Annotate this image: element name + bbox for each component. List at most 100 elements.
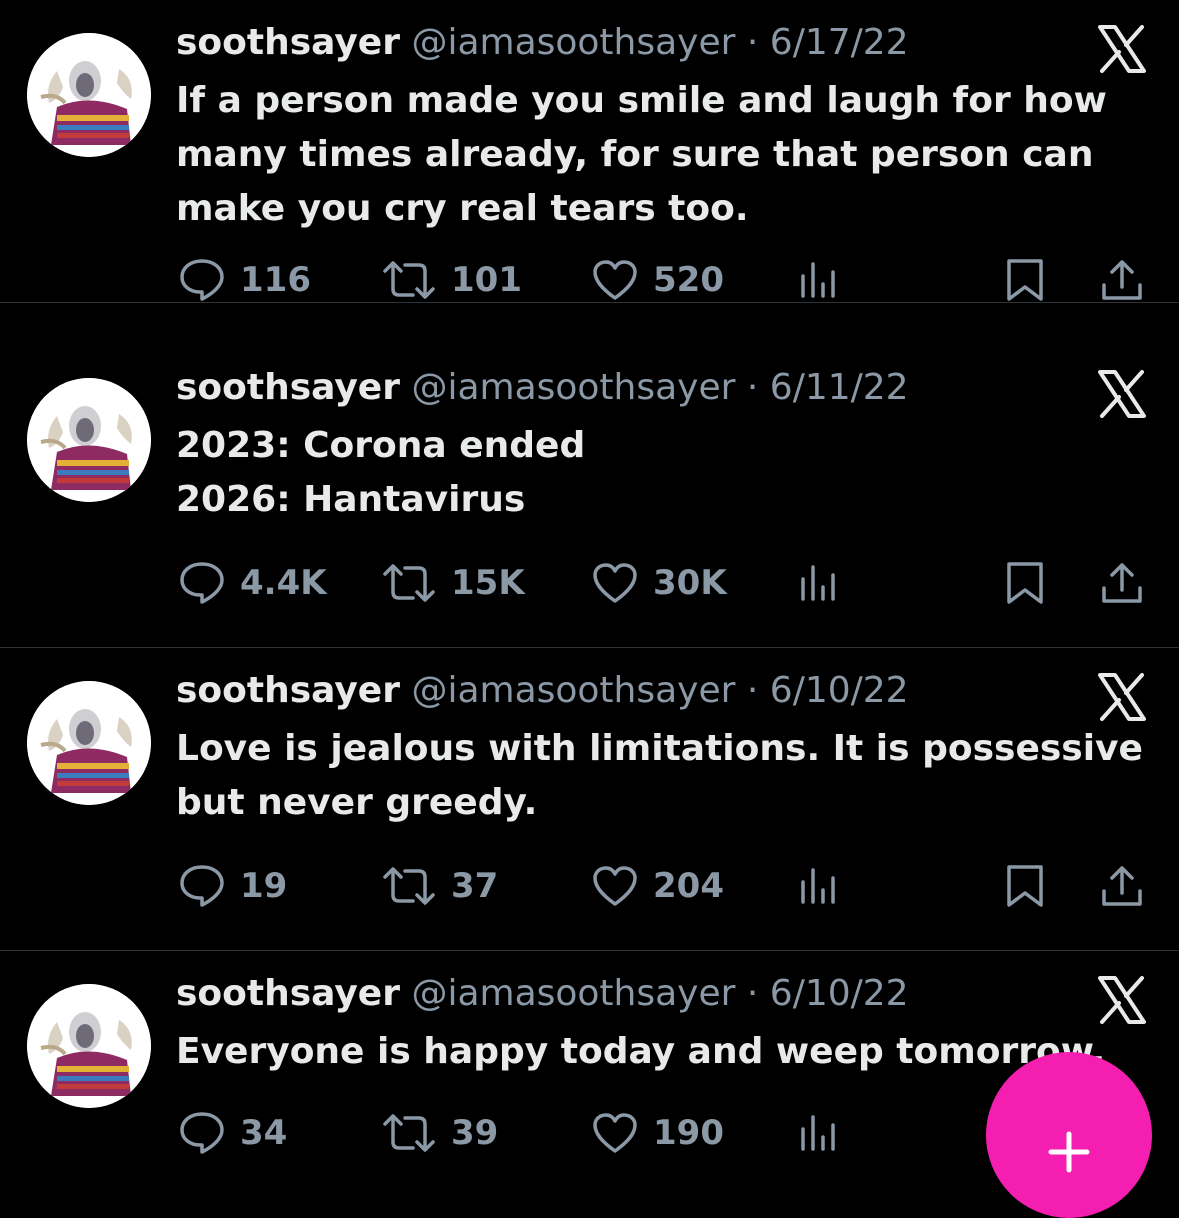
- tweet-text-line: but never greedy.: [176, 782, 538, 823]
- like-button[interactable]: 190: [591, 1103, 724, 1163]
- avatar[interactable]: [27, 681, 151, 805]
- reply-icon: [180, 1112, 224, 1154]
- retweet-icon: [383, 1114, 435, 1152]
- heart-icon: [593, 1113, 637, 1153]
- user-handle[interactable]: @iamasoothsayer: [411, 22, 735, 63]
- tweet-header: soothsayer @iamasoothsayer · 6/17/22: [176, 18, 909, 68]
- tweet-header: soothsayer @iamasoothsayer · 6/10/22: [176, 969, 909, 1019]
- x-logo-icon: [1096, 24, 1148, 74]
- retweet-count: 101: [451, 260, 522, 300]
- share-button[interactable]: [1099, 856, 1145, 916]
- like-count: 520: [653, 260, 724, 300]
- avatar[interactable]: [27, 378, 151, 502]
- tweet-date[interactable]: 6/11/22: [770, 367, 909, 408]
- bookmark-icon: [1007, 259, 1043, 301]
- bookmark-icon: [1007, 865, 1043, 907]
- tweet-text-line: make you cry real tears too.: [176, 188, 749, 229]
- reply-count: 19: [240, 866, 288, 906]
- display-name[interactable]: soothsayer: [176, 670, 400, 711]
- tweet-header: soothsayer @iamasoothsayer · 6/11/22: [176, 363, 909, 413]
- avatar-goat-image: [27, 33, 151, 157]
- tweet-text-line: If a person made you smile and laugh for…: [176, 80, 1107, 121]
- like-button[interactable]: 204: [591, 856, 724, 916]
- tweet-text-line: 2023: Corona ended: [176, 425, 586, 466]
- tweet-card[interactable]: soothsayer @iamasoothsayer · 6/17/22 If …: [0, 0, 1179, 303]
- tweet-actions: 19 37 204: [0, 856, 1179, 916]
- retweet-button[interactable]: 101: [381, 250, 522, 310]
- bookmark-button[interactable]: [1003, 856, 1047, 916]
- bookmark-button[interactable]: [1003, 250, 1047, 310]
- avatar-goat-image: [27, 984, 151, 1108]
- display-name[interactable]: soothsayer: [176, 22, 400, 63]
- display-name[interactable]: soothsayer: [176, 367, 400, 408]
- tweet-actions: 116 101 520: [0, 250, 1179, 310]
- avatar[interactable]: [27, 33, 151, 157]
- tweet-card[interactable]: soothsayer @iamasoothsayer · 6/10/22 Lov…: [0, 648, 1179, 951]
- tweet-header: soothsayer @iamasoothsayer · 6/10/22: [176, 666, 909, 716]
- views-button[interactable]: [797, 1103, 841, 1163]
- retweet-button[interactable]: 39: [381, 1103, 498, 1163]
- separator-dot: ·: [746, 22, 759, 63]
- retweet-icon: [383, 564, 435, 602]
- tweet-card[interactable]: soothsayer @iamasoothsayer · 6/11/22 202…: [0, 345, 1179, 648]
- bookmark-button[interactable]: [1003, 553, 1047, 613]
- reply-button[interactable]: 19: [178, 856, 287, 916]
- retweet-icon: [383, 261, 435, 299]
- retweet-icon: [383, 867, 435, 905]
- reply-button[interactable]: 116: [178, 250, 311, 310]
- user-handle[interactable]: @iamasoothsayer: [411, 973, 735, 1014]
- views-button[interactable]: [797, 856, 841, 916]
- tweet-text: Everyone is happy today and weep tomorro…: [176, 1025, 1161, 1079]
- tweet-text: Love is jealous with limitations. It is …: [176, 722, 1161, 830]
- tweet-date[interactable]: 6/10/22: [770, 973, 909, 1014]
- tweet-date[interactable]: 6/10/22: [770, 670, 909, 711]
- views-chart-icon: [801, 262, 835, 298]
- reply-button[interactable]: 4.4K: [178, 553, 327, 613]
- heart-icon: [593, 563, 637, 603]
- reply-icon: [180, 259, 224, 301]
- x-logo-icon: [1096, 975, 1148, 1025]
- like-button[interactable]: 520: [591, 250, 724, 310]
- heart-icon: [593, 866, 637, 906]
- like-button[interactable]: 30K: [591, 553, 727, 613]
- avatar[interactable]: [27, 984, 151, 1108]
- tweet-feed: soothsayer @iamasoothsayer · 6/17/22 If …: [0, 0, 1179, 1166]
- tweet-text-line: Everyone is happy today and weep tomorro…: [176, 1031, 1106, 1072]
- retweet-button[interactable]: 37: [381, 856, 498, 916]
- share-button[interactable]: [1099, 250, 1145, 310]
- avatar-goat-image: [27, 681, 151, 805]
- reply-count: 116: [240, 260, 311, 300]
- x-logo-icon: [1096, 369, 1148, 419]
- views-button[interactable]: [797, 250, 841, 310]
- share-icon: [1102, 260, 1142, 300]
- user-handle[interactable]: @iamasoothsayer: [411, 367, 735, 408]
- avatar-goat-image: [27, 378, 151, 502]
- separator-dot: ·: [746, 367, 759, 408]
- compose-button[interactable]: [986, 1052, 1152, 1218]
- separator-dot: ·: [746, 973, 759, 1014]
- retweet-count: 39: [451, 1113, 499, 1153]
- reply-count: 4.4K: [240, 563, 327, 603]
- tweet-date[interactable]: 6/17/22: [770, 22, 909, 63]
- reply-icon: [180, 562, 224, 604]
- separator-dot: ·: [746, 670, 759, 711]
- display-name[interactable]: soothsayer: [176, 973, 400, 1014]
- heart-icon: [593, 260, 637, 300]
- views-chart-icon: [801, 868, 835, 904]
- user-handle[interactable]: @iamasoothsayer: [411, 670, 735, 711]
- retweet-count: 15K: [451, 563, 525, 603]
- share-button[interactable]: [1099, 553, 1145, 613]
- tweet-actions: 4.4K 15K 30K: [0, 553, 1179, 613]
- like-count: 190: [653, 1113, 724, 1153]
- retweet-button[interactable]: 15K: [381, 553, 525, 613]
- reply-count: 34: [240, 1113, 288, 1153]
- views-chart-icon: [801, 1115, 835, 1151]
- tweet-text-line: 2026: Hantavirus: [176, 479, 526, 520]
- x-logo-icon: [1096, 672, 1148, 722]
- views-button[interactable]: [797, 553, 841, 613]
- reply-button[interactable]: 34: [178, 1103, 287, 1163]
- tweet-text: 2023: Corona ended 2026: Hantavirus: [176, 419, 1161, 527]
- share-icon: [1102, 563, 1142, 603]
- views-chart-icon: [801, 565, 835, 601]
- like-count: 204: [653, 866, 724, 906]
